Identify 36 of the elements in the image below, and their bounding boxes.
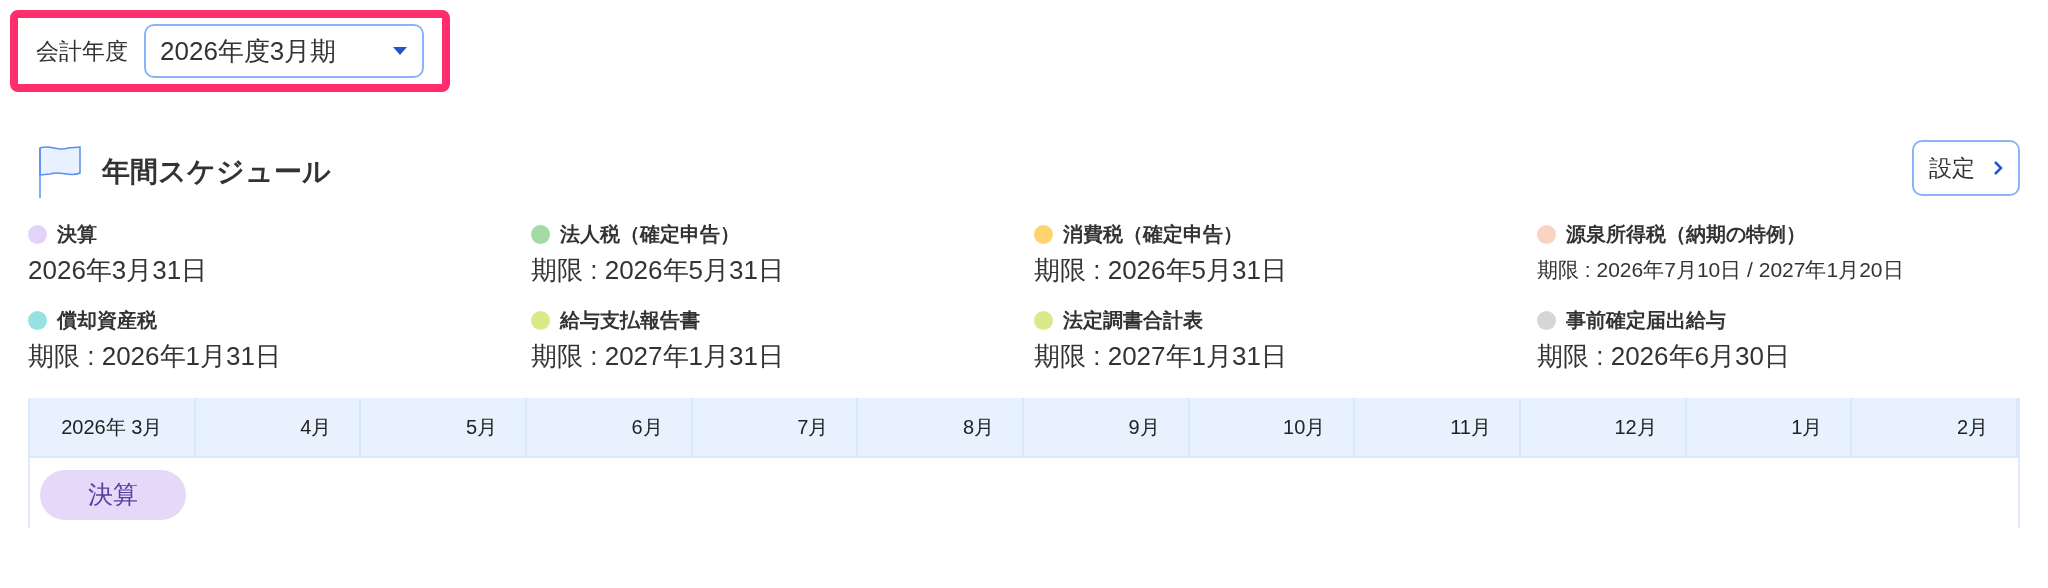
month-header: 10月	[1189, 398, 1356, 456]
month-header: 5月	[361, 398, 527, 456]
item-date: 期限 : 2026年5月31日	[1034, 253, 1288, 287]
item-name: 給与支払報告書	[560, 308, 700, 333]
month-header: 6月	[527, 398, 693, 456]
item-name: 償却資産税	[57, 308, 157, 333]
item-date: 期限 : 2026年7月10日 / 2027年1月20日	[1537, 257, 1905, 284]
item-name: 法定調書合計表	[1063, 308, 1203, 333]
item-name: 法人税（確定申告）	[560, 222, 740, 247]
month-header: 8月	[858, 398, 1024, 456]
chevron-right-icon	[1993, 160, 2003, 176]
schedule-title: 年間スケジュール	[102, 155, 331, 189]
month-header: 7月	[692, 398, 859, 456]
month-header: 11月	[1355, 398, 1521, 456]
caret-icon	[392, 46, 408, 56]
item-date: 期限 : 2026年6月30日	[1537, 339, 1791, 373]
fiscal-year-label: 会計年度	[36, 36, 128, 66]
event-pill[interactable]: 決算	[40, 470, 186, 520]
item-name: 消費税（確定申告）	[1063, 222, 1243, 247]
month-header: 12月	[1521, 398, 1687, 456]
item-name: 事前確定届出給与	[1566, 308, 1726, 333]
item-name: 決算	[57, 222, 97, 247]
item-date: 期限 : 2026年1月31日	[28, 339, 282, 373]
fiscal-year-select[interactable]: 2026年度3月期	[144, 24, 424, 78]
month-header: 2月	[1852, 398, 2018, 456]
item-date: 期限 : 2027年1月31日	[531, 339, 785, 373]
item-name: 源泉所得税（納期の特例）	[1566, 222, 1806, 247]
item-date: 期限 : 2027年1月31日	[1034, 339, 1288, 373]
item-date: 2026年3月31日	[28, 253, 209, 287]
month-header: 4月	[195, 398, 362, 456]
month-header: 1月	[1686, 398, 1853, 456]
item-date: 期限 : 2026年5月31日	[531, 253, 785, 287]
flag-icon	[38, 144, 82, 200]
month-header: 2026年 3月	[30, 398, 196, 456]
month-header: 9月	[1024, 398, 1190, 456]
settings-button[interactable]: 設定	[1912, 140, 2020, 196]
